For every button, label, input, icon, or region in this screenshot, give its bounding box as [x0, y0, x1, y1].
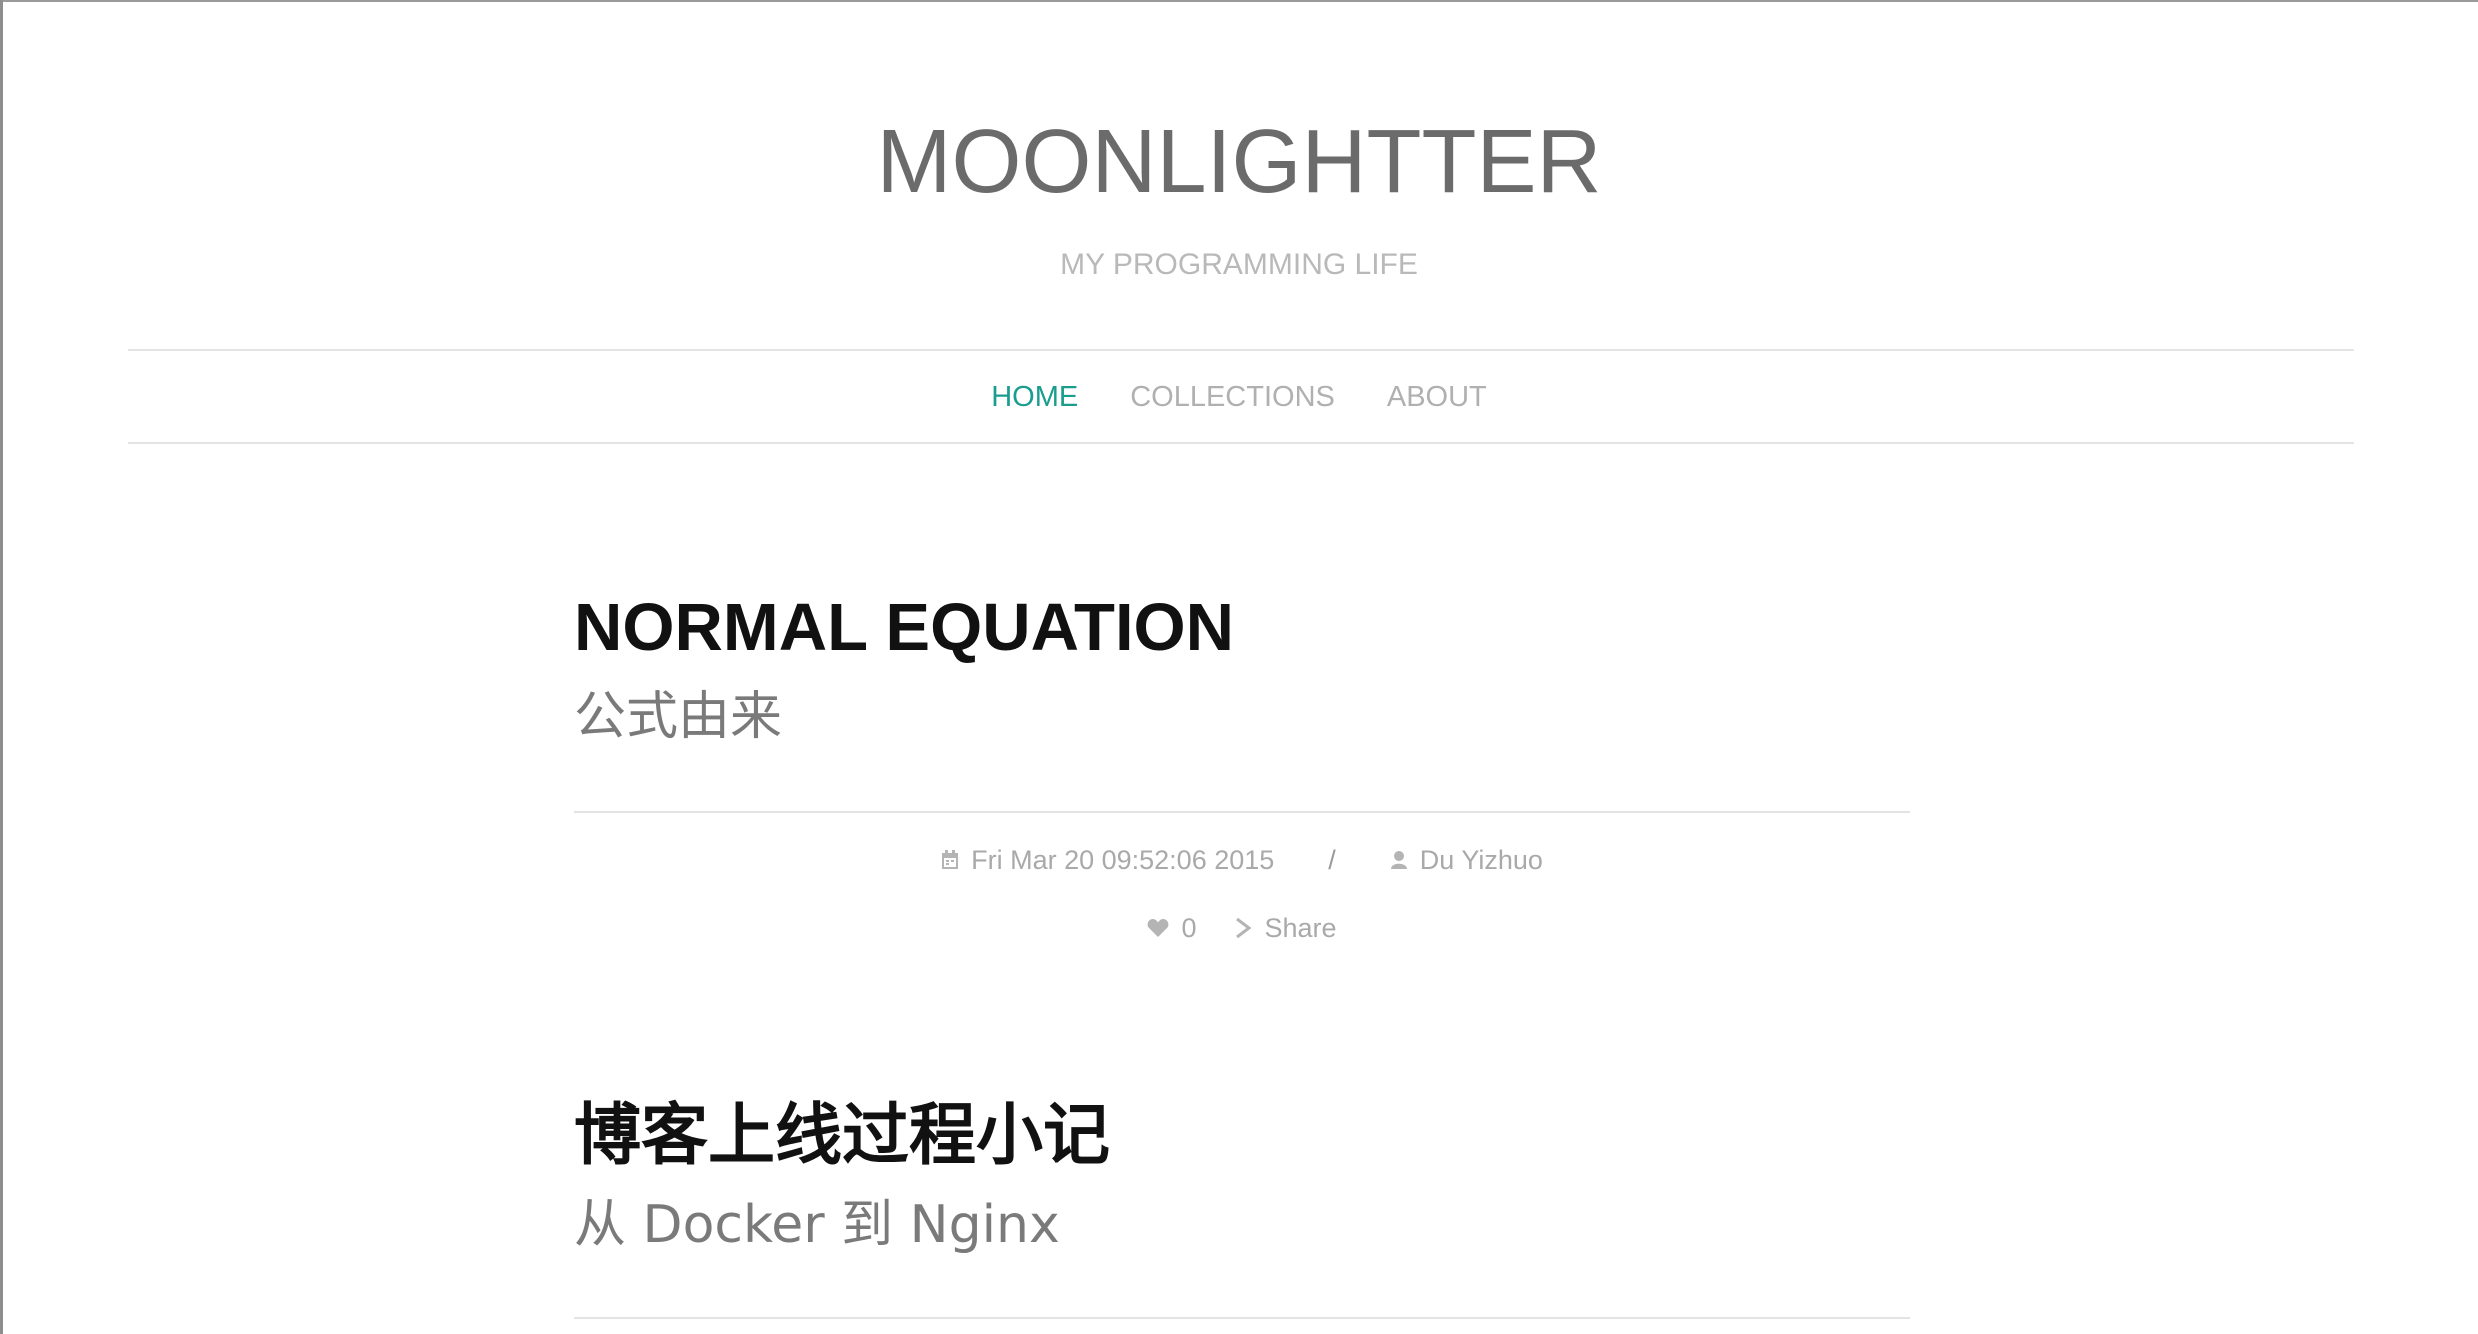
- user-icon: [1390, 850, 1408, 870]
- post-divider: [574, 1317, 1910, 1319]
- post-author: Du Yizhuo: [1390, 840, 1543, 880]
- nav-item-collections[interactable]: COLLECTIONS: [1130, 375, 1335, 420]
- share-button[interactable]: Share: [1234, 908, 1337, 948]
- like-count: 0: [1181, 913, 1197, 943]
- chevron-right-icon: [1234, 917, 1252, 939]
- nav-item-home[interactable]: HOME: [991, 375, 1078, 420]
- post-item: 博客上线过程小记 从 Docker 到 Nginx: [574, 1096, 1910, 1334]
- site-title[interactable]: MOONLIGHTTER: [0, 105, 2478, 220]
- post-subtitle: 公式由来: [574, 687, 783, 747]
- post-date-text: Fri Mar 20 09:52:06 2015: [971, 845, 1275, 875]
- post-author-link[interactable]: Du Yizhuo: [1420, 840, 1543, 880]
- post-meta: Fri Mar 20 09:52:06 2015 / Du Yizhuo 0 S…: [574, 840, 1910, 948]
- calendar-icon: [941, 850, 959, 870]
- heart-icon: [1147, 918, 1169, 938]
- post-actions-row: 0 Share: [574, 908, 1910, 948]
- post-meta-row: Fri Mar 20 09:52:06 2015 / Du Yizhuo: [574, 840, 1910, 880]
- nav-divider-bottom: [128, 442, 2354, 444]
- meta-separator: /: [1328, 845, 1336, 875]
- post-title[interactable]: NORMAL EQUATION: [574, 588, 1910, 668]
- post-divider: [574, 811, 1910, 813]
- post-title[interactable]: 博客上线过程小记: [574, 1096, 1910, 1176]
- site-header: MOONLIGHTTER MY PROGRAMMING LIFE: [0, 0, 2478, 350]
- like-button[interactable]: 0: [1147, 908, 1196, 948]
- site-subtitle: MY PROGRAMMING LIFE: [1060, 248, 1418, 281]
- post-item: NORMAL EQUATION 公式由来 Fri Mar 20 09:52:06: [574, 588, 1910, 988]
- share-label: Share: [1264, 913, 1337, 943]
- post-subtitle: 从 Docker 到 Nginx: [574, 1195, 1060, 1255]
- main-nav: HOME COLLECTIONS ABOUT: [0, 375, 2478, 420]
- nav-item-about[interactable]: ABOUT: [1387, 375, 1487, 420]
- nav-divider-top: [128, 349, 2354, 351]
- post-date: Fri Mar 20 09:52:06 2015: [941, 840, 1274, 880]
